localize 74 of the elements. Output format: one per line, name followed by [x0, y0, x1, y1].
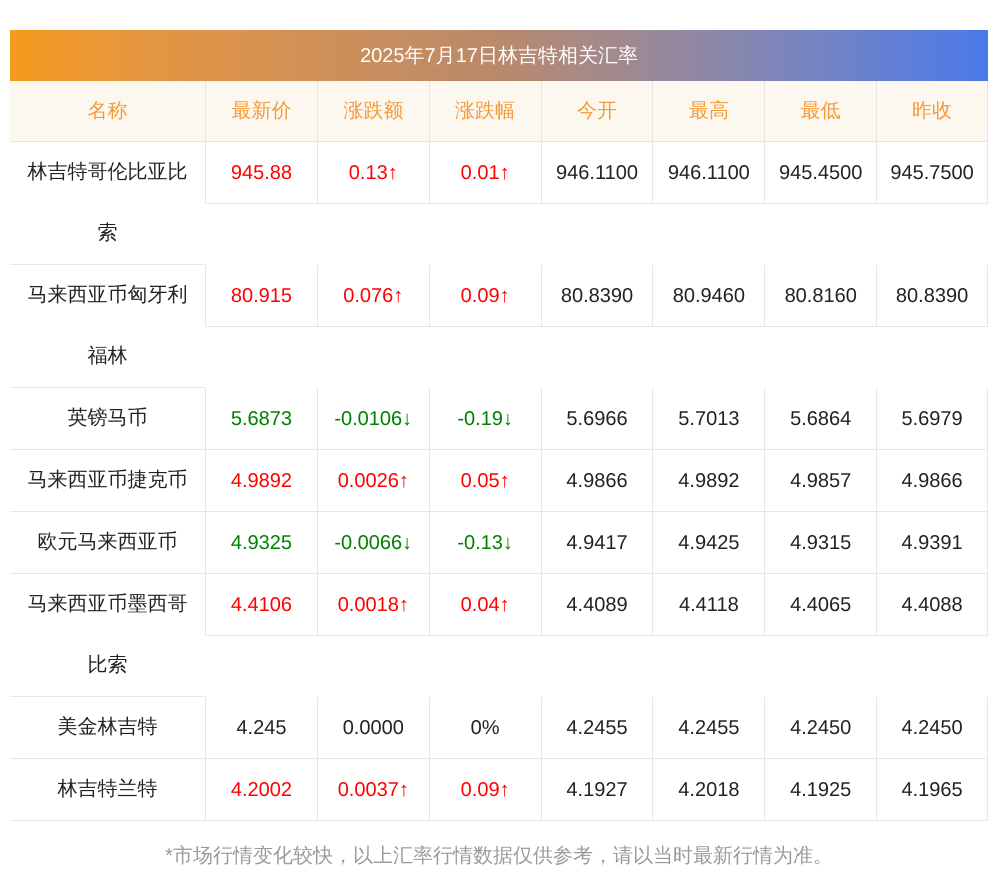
- currency-pair-name: 美金林吉特: [10, 697, 205, 759]
- table-cell: 4.9325: [205, 512, 317, 574]
- table-cell: 4.1925: [764, 759, 876, 821]
- table-cell: 80.8390: [540, 265, 652, 327]
- table-cell: 4.245: [205, 697, 317, 759]
- table-cell: 4.9417: [540, 512, 652, 574]
- table-cell: 5.6873: [205, 388, 317, 450]
- table-cell: 4.9425: [652, 512, 764, 574]
- table-cell: 0.0037↑: [316, 759, 429, 821]
- table-cell: 0.04↑: [428, 574, 541, 636]
- table-cell: 4.9857: [764, 450, 876, 512]
- table-cell: 80.8390: [876, 265, 988, 327]
- table-cell: 0.01↑: [428, 142, 541, 204]
- column-header: 最高: [652, 81, 764, 141]
- table-cell: 0.076↑: [316, 265, 429, 327]
- currency-pair-name: 马来西亚币墨西哥比索: [10, 574, 205, 697]
- table-cell: 4.9866: [876, 450, 988, 512]
- table-cell: 0.09↑: [428, 759, 541, 821]
- table-cell: -0.13↓: [428, 512, 541, 574]
- table-cell: 4.4065: [764, 574, 876, 636]
- table-cell: 0%: [428, 697, 541, 759]
- column-header: 今开: [540, 81, 652, 141]
- table-cell: 4.9892: [652, 450, 764, 512]
- table-cell: -0.0066↓: [316, 512, 429, 574]
- table-title: 2025年7月17日林吉特相关汇率: [10, 30, 988, 81]
- currency-pair-name: 马来西亚币捷克币: [10, 450, 205, 512]
- table-cell: 4.9866: [540, 450, 652, 512]
- table-cell: 4.1927: [540, 759, 652, 821]
- column-header: 昨收: [876, 81, 988, 141]
- column-header: 最低: [764, 81, 876, 141]
- table-cell: 5.6966: [540, 388, 652, 450]
- table-cell: 80.9460: [652, 265, 764, 327]
- table-cell: 945.88: [205, 142, 317, 204]
- table-cell: 4.9391: [876, 512, 988, 574]
- table-cell: 4.9892: [205, 450, 317, 512]
- table-cell: 4.2018: [652, 759, 764, 821]
- table-cell: 5.6979: [876, 388, 988, 450]
- table-cell: 4.2002: [205, 759, 317, 821]
- table-cell: 0.09↑: [428, 265, 541, 327]
- column-header: 最新价: [205, 81, 317, 141]
- table-cell: -0.0106↓: [316, 388, 429, 450]
- table-cell: 4.1965: [876, 759, 988, 821]
- column-header: 涨跌幅: [428, 81, 541, 141]
- table-cell: 4.2450: [764, 697, 876, 759]
- currency-pair-name: 林吉特哥伦比亚比索: [10, 142, 205, 265]
- table-cell: 4.9315: [764, 512, 876, 574]
- table-cell: 0.13↑: [316, 142, 429, 204]
- table-cell: 0.0000: [316, 697, 429, 759]
- table-cell: 4.4089: [540, 574, 652, 636]
- table-cell: 4.4088: [876, 574, 988, 636]
- table-cell: 80.8160: [764, 265, 876, 327]
- table-cell: 4.2450: [876, 697, 988, 759]
- table-cell: 4.4118: [652, 574, 764, 636]
- table-cell: 946.1100: [652, 142, 764, 204]
- table-cell: -0.19↓: [428, 388, 541, 450]
- currency-pair-name: 欧元马来西亚币: [10, 512, 205, 574]
- table-cell: 5.7013: [652, 388, 764, 450]
- currency-pair-name: 英镑马币: [10, 388, 205, 450]
- table-cell: 0.05↑: [428, 450, 541, 512]
- table-cell: 0.0026↑: [316, 450, 429, 512]
- table-cell: 946.1100: [540, 142, 652, 204]
- table-cell: 945.4500: [764, 142, 876, 204]
- column-header: 名称: [86, 99, 128, 124]
- table-cell: 4.2455: [540, 697, 652, 759]
- table-cell: 0.0018↑: [316, 574, 429, 636]
- table-cell: 80.915: [205, 265, 317, 327]
- table-cell: 945.7500: [876, 142, 988, 204]
- table-cell: 4.4106: [205, 574, 317, 636]
- table-cell: 5.6864: [764, 388, 876, 450]
- disclaimer-text: *市场行情变化较快，以上汇率行情数据仅供参考，请以当时最新行情为准。: [164, 844, 834, 869]
- column-header: 涨跌额: [316, 81, 429, 141]
- table-cell: 4.2455: [652, 697, 764, 759]
- currency-pair-name: 马来西亚币匈牙利福林: [10, 265, 205, 388]
- currency-pair-name: 林吉特兰特: [10, 759, 205, 821]
